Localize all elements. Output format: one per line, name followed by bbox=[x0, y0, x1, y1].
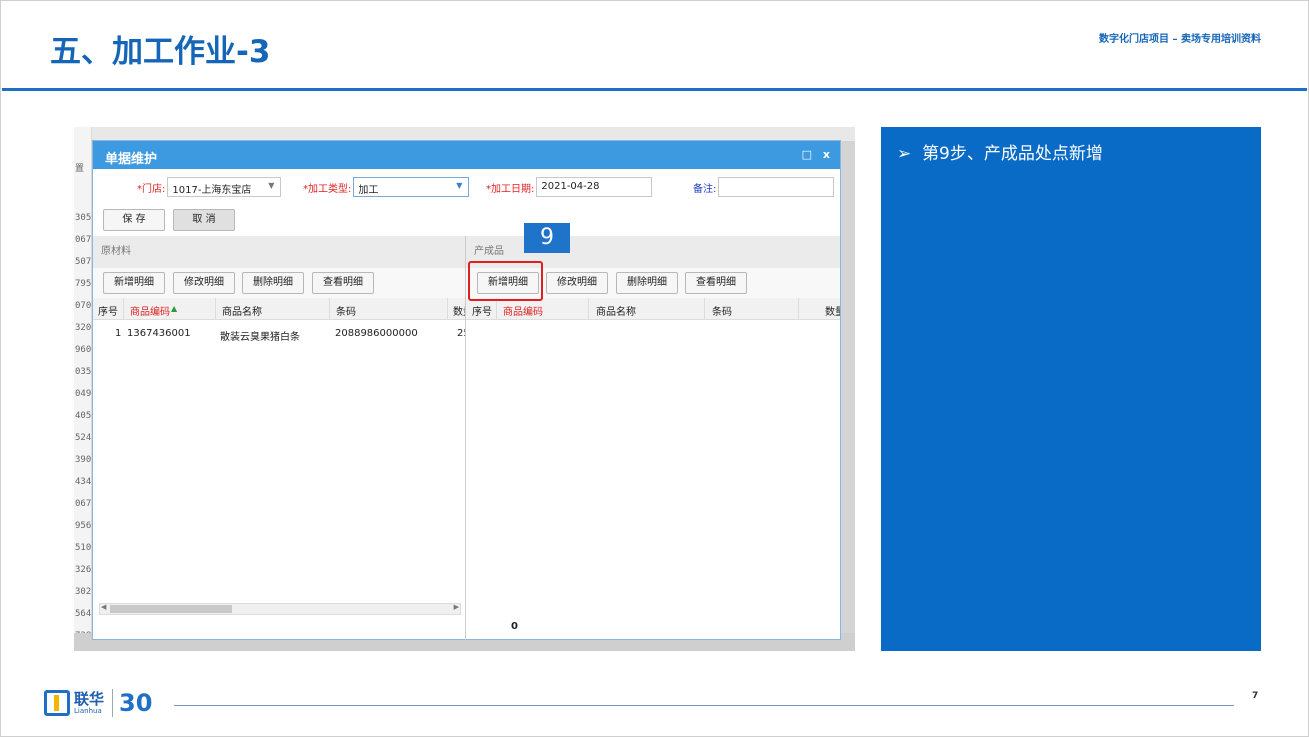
product-col-qty[interactable]: 数量 bbox=[825, 303, 840, 318]
product-view-detail-button[interactable]: 查看明细 bbox=[685, 272, 747, 294]
type-field-group: *加工类型: 加工 ▼ bbox=[303, 177, 470, 197]
product-grid-header: 序号 商品编码 商品名称 条码 数量 bbox=[466, 298, 840, 320]
step-callout: 9 bbox=[524, 223, 570, 253]
logo-cn: 联华 bbox=[74, 689, 105, 708]
raw-col-seq[interactable]: 序号 bbox=[98, 303, 118, 318]
raw-grid-header: 序号 商品编码 ▲ 商品名称 条码 数量 bbox=[93, 298, 465, 320]
background-top-label: 置 bbox=[75, 164, 85, 174]
product-total: 0 bbox=[511, 621, 518, 632]
slide-subtitle: 数字化门店项目 – 卖场专用培训资料 bbox=[1099, 34, 1261, 45]
note-field-group: 备注: bbox=[693, 177, 835, 197]
footer-divider bbox=[174, 705, 1234, 706]
close-icon[interactable]: x bbox=[823, 148, 830, 161]
note-label: 备注: bbox=[693, 183, 717, 195]
product-col-barcode[interactable]: 条码 bbox=[712, 303, 732, 318]
store-select[interactable]: 1017-上海东宝店 ▼ bbox=[167, 177, 282, 197]
raw-row-seq: 1 bbox=[115, 328, 122, 339]
step-text: 第9步、产成品处点新增 bbox=[922, 144, 1103, 164]
type-value: 加工 bbox=[358, 185, 379, 196]
document-dialog: 单据维护 □ x *门店: 1017-上海东宝店 ▼ *加工类型: 加工 ▼ *… bbox=[92, 140, 841, 641]
page-number: 7 bbox=[1252, 691, 1259, 701]
slide-title: 五、加工作业-3 bbox=[50, 34, 271, 70]
raw-row-code: 1367436001 bbox=[127, 328, 191, 339]
raw-row-qty: 25 bbox=[457, 328, 465, 339]
raw-toolbar: 新增明细 修改明细 删除明细 查看明细 bbox=[93, 268, 465, 298]
horizontal-scrollbar[interactable]: ◀ ▶ bbox=[99, 603, 461, 615]
raw-edit-detail-button[interactable]: 修改明细 bbox=[173, 272, 235, 294]
step-instruction: ➢ 第9步、产成品处点新增 bbox=[897, 139, 1103, 164]
lianhua-logo: 联华 Lianhua 30 bbox=[44, 688, 152, 718]
dialog-titlebar: 单据维护 □ x bbox=[93, 141, 840, 169]
type-label: *加工类型: bbox=[303, 183, 352, 195]
sort-asc-icon: ▲ bbox=[171, 304, 178, 313]
raw-delete-detail-button[interactable]: 删除明细 bbox=[242, 272, 304, 294]
date-value: 2021-04-28 bbox=[541, 181, 600, 192]
date-input[interactable]: 2021-04-28 bbox=[536, 177, 653, 197]
product-edit-detail-button[interactable]: 修改明细 bbox=[546, 272, 608, 294]
raw-col-name[interactable]: 商品名称 bbox=[222, 303, 262, 318]
cancel-button[interactable]: 取 消 bbox=[173, 209, 235, 231]
raw-col-code[interactable]: 商品编码 bbox=[130, 303, 170, 318]
background-toolbar bbox=[74, 127, 855, 141]
raw-row-barcode: 2088986000000 bbox=[335, 328, 418, 339]
background-list-column: 置 305. 067. 507. 795. 070. 320. 960. 035. 049. 40… bbox=[74, 127, 97, 651]
logo-mark-icon bbox=[44, 690, 70, 716]
chevron-down-icon: ▼ bbox=[456, 181, 463, 190]
product-col-seq[interactable]: 序号 bbox=[472, 303, 492, 318]
store-label: *门店: bbox=[137, 183, 166, 195]
date-field-group: *加工日期: 2021-04-28 bbox=[486, 177, 653, 197]
scroll-left-icon[interactable]: ◀ bbox=[101, 603, 106, 611]
raw-col-qty[interactable]: 数量 bbox=[453, 303, 465, 318]
note-input[interactable] bbox=[718, 177, 835, 197]
save-button[interactable]: 保 存 bbox=[103, 209, 165, 231]
raw-row-name: 散装云臭果猪白条 bbox=[220, 332, 300, 343]
dialog-title: 单据维护 bbox=[105, 152, 158, 167]
bullet-arrow-icon: ➢ bbox=[897, 144, 912, 164]
logo-en: Lianhua bbox=[74, 706, 102, 715]
raw-add-detail-button[interactable]: 新增明细 bbox=[103, 272, 165, 294]
anniversary-mark: 30 bbox=[112, 689, 152, 717]
scroll-right-icon[interactable]: ▶ bbox=[454, 603, 459, 611]
raw-section-header: 原材料 bbox=[93, 236, 465, 268]
chevron-down-icon: ▼ bbox=[268, 181, 275, 190]
logo-text: 联华 Lianhua bbox=[70, 689, 105, 715]
store-field-group: *门店: 1017-上海东宝店 ▼ bbox=[137, 177, 282, 197]
date-label: *加工日期: bbox=[486, 183, 535, 195]
scrollbar-thumb[interactable] bbox=[110, 605, 232, 613]
product-col-code[interactable]: 商品编码 bbox=[503, 303, 543, 318]
highlight-box bbox=[468, 261, 543, 301]
store-value: 1017-上海东宝店 bbox=[172, 185, 252, 196]
maximize-icon[interactable]: □ bbox=[802, 148, 812, 161]
raw-view-detail-button[interactable]: 查看明细 bbox=[312, 272, 374, 294]
raw-col-barcode[interactable]: 条码 bbox=[336, 303, 356, 318]
type-select[interactable]: 加工 ▼ bbox=[353, 177, 470, 197]
product-delete-detail-button[interactable]: 删除明细 bbox=[616, 272, 678, 294]
product-col-name[interactable]: 商品名称 bbox=[596, 303, 636, 318]
header-divider bbox=[2, 88, 1307, 91]
instruction-panel: ➢ 第9步、产成品处点新增 bbox=[881, 127, 1261, 651]
